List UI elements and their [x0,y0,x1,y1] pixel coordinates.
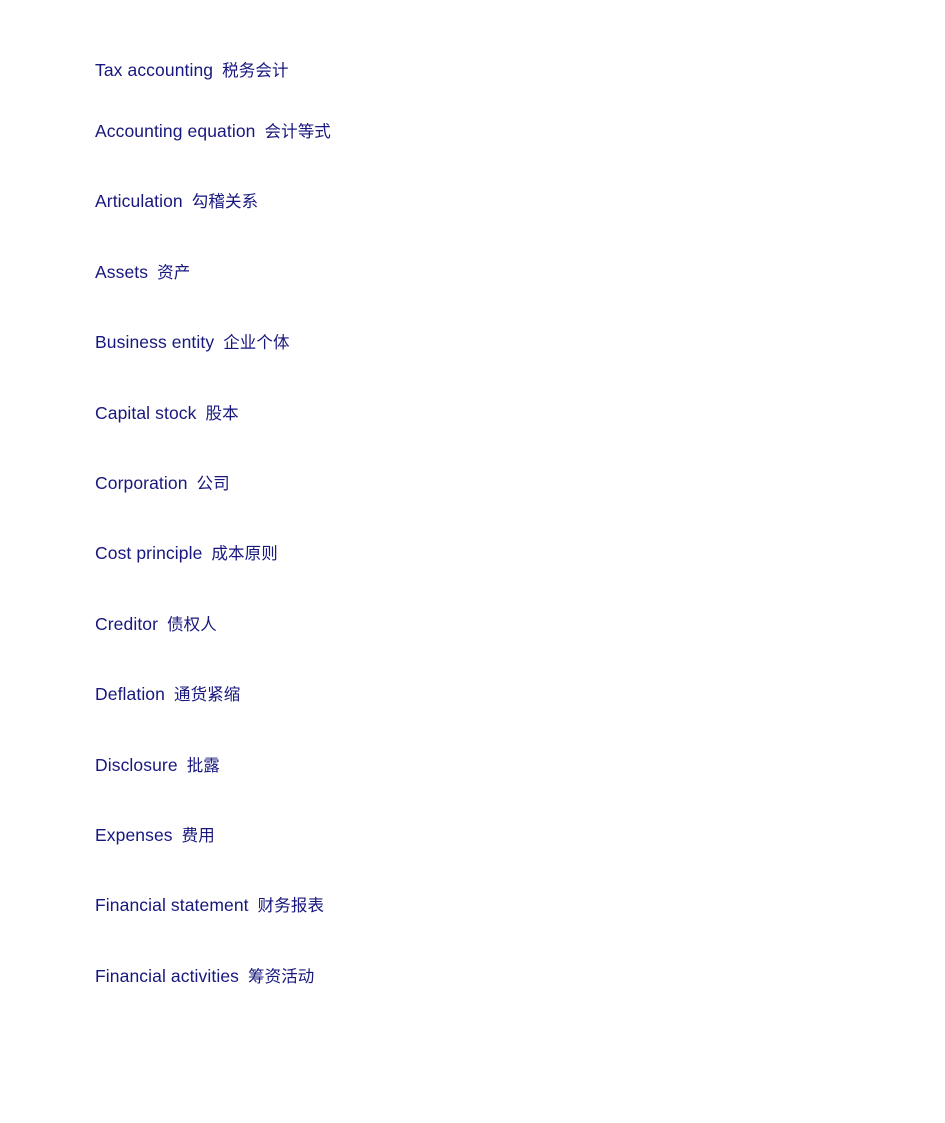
glossary-term-english: Corporation [95,472,188,493]
glossary-entry: Creditor 债权人 [95,589,915,659]
glossary-entry: Tax accounting 税务会计 [95,0,915,96]
glossary-term-chinese: 企业个体 [223,333,290,353]
glossary-term-chinese: 资产 [157,262,191,282]
glossary-term-english: Accounting equation [95,121,256,141]
glossary-term-chinese: 费用 [181,825,215,845]
glossary-term-english: Capital stock [95,402,197,423]
glossary-term-chinese: 批露 [186,755,220,775]
glossary-term-english: Financial statement [95,895,249,916]
glossary-entry: Business entity 企业个体 [95,307,915,377]
glossary-entry: Articulation 勾稽关系 [95,166,915,236]
glossary-term-english: Disclosure [95,754,178,775]
glossary-entry: Cost principle 成本原则 [95,518,915,588]
glossary-entry: Capital stock 股本 [95,378,915,448]
glossary-term-chinese: 财务报表 [257,896,325,916]
glossary-entry: Corporation 公司 [95,448,915,518]
glossary-term-chinese: 通货紧缩 [173,685,241,705]
glossary-term-english: Creditor [95,613,159,634]
glossary-entry: Financial statement 财务报表 [95,870,915,940]
glossary-term-english: Deflation [95,684,165,705]
document-page: Tax accounting 税务会计 Accounting equation 会计… [0,0,945,1123]
glossary-term-english: Expenses [95,824,173,845]
glossary-term-english: Tax accounting [95,60,214,80]
glossary-entry: Disclosure 批露 [95,730,915,800]
glossary-term-chinese: 筹资活动 [248,966,315,986]
glossary-entry: Financial activities 筹资活动 [95,941,915,1011]
glossary-term-chinese: 股本 [205,403,239,423]
glossary-term-english: Financial activities [95,965,239,986]
glossary-term-chinese: 公司 [196,473,230,493]
glossary-term-english: Assets [95,261,149,282]
glossary-term-english: Business entity [95,332,215,353]
glossary-term-chinese: 勾稽关系 [191,192,259,212]
glossary-entry: Accounting equation 会计等式 [95,96,915,166]
glossary-term-chinese: 税务会计 [222,61,289,80]
glossary-entry: Expenses 费用 [95,800,915,870]
glossary-term-english: Articulation [95,191,183,212]
glossary-term-list: Tax accounting 税务会计 Accounting equation 会计… [95,0,915,1011]
glossary-term-chinese: 成本原则 [211,544,278,564]
glossary-term-english: Cost principle [95,543,203,564]
glossary-entry: Deflation 通货紧缩 [95,659,915,729]
glossary-term-chinese: 会计等式 [264,122,331,141]
glossary-term-chinese: 债权人 [167,614,217,634]
glossary-entry: Assets 资产 [95,237,915,307]
